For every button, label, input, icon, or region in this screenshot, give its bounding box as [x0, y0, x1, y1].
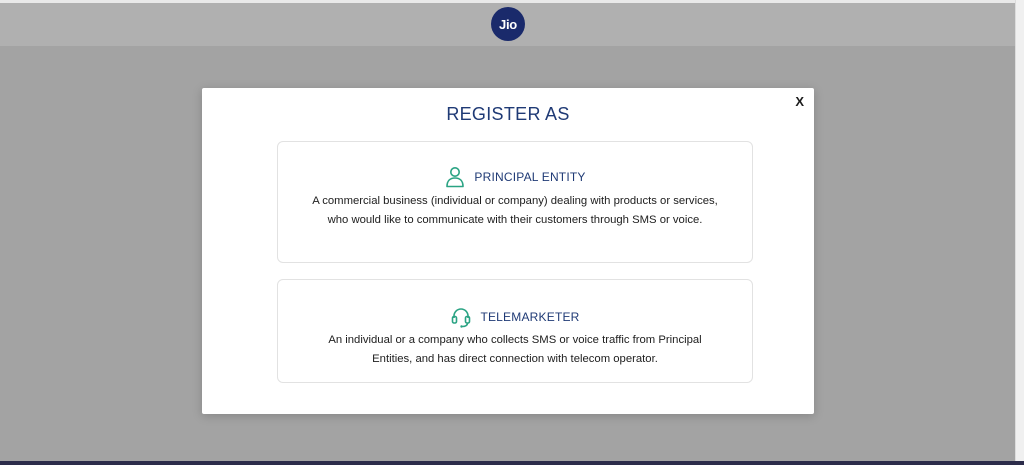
page-bottom-edge — [0, 461, 1024, 465]
modal-title: REGISTER AS — [446, 104, 570, 124]
person-icon — [444, 166, 466, 188]
telemarketer-option[interactable]: TELEMARKETER An individual or a company … — [277, 279, 753, 383]
scrollbar[interactable] — [1015, 0, 1024, 465]
card-header: TELEMARKETER — [278, 306, 752, 328]
headset-icon — [450, 306, 472, 328]
option-description: A commercial business (individual or com… — [312, 195, 718, 226]
option-title: TELEMARKETER — [480, 310, 580, 324]
option-title: PRINCIPAL ENTITY — [474, 170, 586, 184]
option-description: An individual or a company who collects … — [328, 334, 702, 365]
jio-logo[interactable]: Jio — [491, 7, 525, 41]
register-modal: X REGISTER AS PRINCIPAL ENTITY A commerc… — [202, 88, 814, 414]
card-header: PRINCIPAL ENTITY — [278, 166, 752, 188]
principal-entity-option[interactable]: PRINCIPAL ENTITY A commercial business (… — [277, 141, 753, 263]
